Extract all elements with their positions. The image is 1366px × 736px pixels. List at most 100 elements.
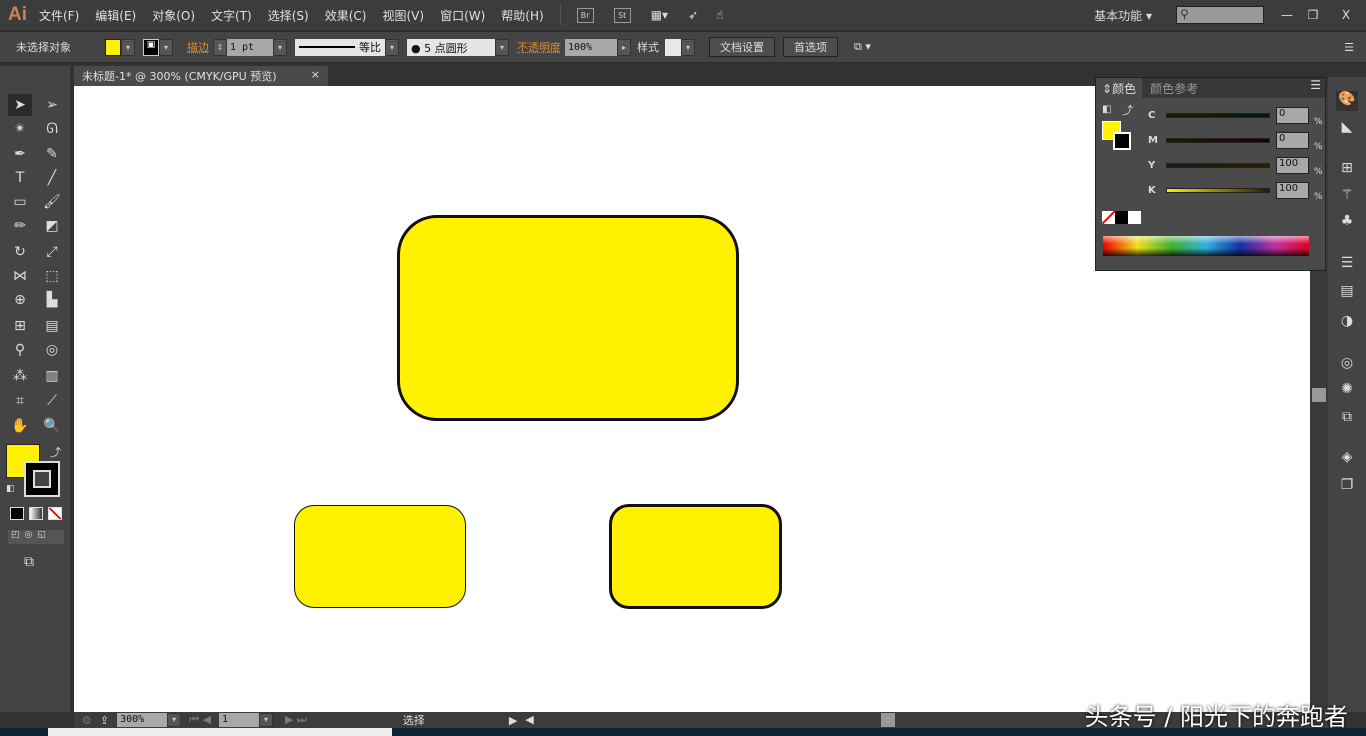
screen-mode-icon[interactable]: ⧉ [24, 554, 34, 570]
tab-color-guide[interactable]: 颜色参考 [1142, 78, 1206, 98]
default-colors-icon[interactable]: ◧ [6, 484, 15, 494]
stroke-color-box[interactable] [1113, 132, 1131, 150]
stroke-weight-dropdown[interactable]: ▾ [273, 38, 287, 56]
curvature-tool-icon[interactable]: ✎ [40, 143, 64, 165]
artboards-icon[interactable]: ❐ [1336, 477, 1358, 497]
swap-colors-icon[interactable]: ⤴ [1122, 102, 1133, 118]
lasso-tool-icon[interactable]: ᘏ [40, 118, 64, 140]
field-y[interactable]: 100 [1276, 157, 1309, 174]
close-tab-icon[interactable]: × [311, 68, 320, 81]
menu-window[interactable]: 窗口(W) [440, 7, 485, 24]
color-guide-icon[interactable]: ◣ [1336, 119, 1358, 139]
asset-export-icon[interactable]: ⧉ [1336, 409, 1358, 429]
opacity-slider-button[interactable]: ▸ [617, 38, 631, 56]
pencil-tool-icon[interactable]: ✏ [8, 215, 32, 237]
slice-tool-icon[interactable]: ⟋ [40, 390, 64, 412]
symbols-icon[interactable]: ♣ [1336, 213, 1358, 233]
artboard-nav-next[interactable]: ▶ ⏭ [285, 713, 307, 727]
pen-tool-icon[interactable]: ✒ [8, 143, 32, 165]
close-button[interactable]: X [1326, 8, 1366, 22]
width-tool-icon[interactable]: ⋈ [8, 265, 32, 287]
stroke-label[interactable]: 描边 [187, 39, 209, 55]
default-colors-icon[interactable]: ◧ [1102, 104, 1111, 115]
bridge-button[interactable]: Br [576, 7, 594, 23]
blend-tool-icon[interactable]: ◎ [40, 339, 64, 361]
paintbrush-tool-icon[interactable]: 🖌 [40, 191, 64, 213]
layers-icon[interactable]: ◈ [1336, 449, 1358, 469]
gradient-mode-icon[interactable] [29, 507, 43, 520]
share-icon[interactable]: ⇪ [100, 714, 109, 727]
rounded-rectangle-right[interactable] [609, 504, 782, 609]
color-mode-icon[interactable] [10, 507, 24, 520]
stroke-color-box[interactable] [24, 461, 60, 497]
color-panel-icon[interactable]: 🎨 [1336, 91, 1358, 111]
opacity-field[interactable]: 100% [565, 38, 617, 56]
artboard-tool-icon[interactable]: ⌗ [8, 390, 32, 412]
slider-c[interactable] [1166, 113, 1270, 118]
menu-edit[interactable]: 编辑(E) [95, 7, 136, 24]
document-setup-button[interactable]: 文档设置 [709, 37, 775, 57]
rectangle-tool-icon[interactable]: ▭ [8, 191, 32, 213]
selection-tool-icon[interactable]: ➤ [8, 94, 32, 116]
zoom-dropdown[interactable]: ▾ [167, 713, 182, 727]
opacity-label[interactable]: 不透明度 [517, 39, 561, 55]
black-swatch[interactable] [1115, 211, 1128, 224]
symbol-sprayer-tool-icon[interactable]: ⁂ [8, 365, 32, 387]
fill-dropdown[interactable]: ▾ [121, 38, 135, 56]
swatches-icon[interactable]: ⊞ [1336, 160, 1358, 180]
eraser-tool-icon[interactable]: ◩ [40, 215, 64, 237]
tab-color[interactable]: ⇕颜色 [1096, 78, 1143, 98]
fill-swatch[interactable] [105, 38, 121, 56]
isolate-icon[interactable]: ⧉ ▾ [854, 40, 871, 54]
free-transform-tool-icon[interactable]: ⬚ [40, 265, 64, 287]
stroke-weight-field[interactable]: 1 pt [227, 38, 273, 56]
shape-builder-tool-icon[interactable]: ⊕ [8, 289, 32, 311]
none-swatch[interactable] [1102, 211, 1115, 224]
menu-effect[interactable]: 效果(C) [325, 7, 367, 24]
graphic-styles-icon[interactable]: ✺ [1336, 381, 1358, 401]
field-k[interactable]: 100 [1276, 182, 1309, 199]
swap-fill-stroke-icon[interactable]: ⤴ [50, 444, 61, 460]
minimize-button[interactable]: — [1274, 8, 1300, 22]
transparency-icon[interactable]: ◑ [1336, 313, 1358, 333]
scale-tool-icon[interactable]: ⤢ [40, 241, 64, 263]
control-panel-menu-icon[interactable]: ☰ [1344, 41, 1354, 54]
panel-menu-icon[interactable]: ☰ [1310, 78, 1321, 98]
perspective-grid-tool-icon[interactable]: ▙ [40, 289, 64, 311]
menu-object[interactable]: 对象(O) [152, 7, 195, 24]
line-tool-icon[interactable]: ╱ [40, 167, 64, 189]
menu-view[interactable]: 视图(V) [382, 7, 424, 24]
gradient-icon[interactable]: ▤ [1336, 283, 1358, 303]
rotate-tool-icon[interactable]: ↻ [8, 241, 32, 263]
stroke-icon[interactable]: ☰ [1336, 255, 1358, 275]
preferences-button[interactable]: 首选项 [783, 37, 838, 57]
zoom-field[interactable]: 300% [117, 713, 168, 727]
menu-help[interactable]: 帮助(H) [501, 7, 543, 24]
zoom-tool-icon[interactable]: 🔍 [40, 415, 64, 437]
gradient-tool-icon[interactable]: ▤ [40, 315, 64, 337]
slider-k[interactable] [1166, 188, 1270, 193]
artboard-dropdown[interactable]: ▾ [258, 713, 273, 727]
menu-type[interactable]: 文字(T) [211, 7, 252, 24]
field-m[interactable]: 0 [1276, 132, 1309, 149]
restore-button[interactable]: ❐ [1300, 8, 1326, 22]
drawing-modes-icon[interactable]: ◰◎◱ [8, 530, 64, 544]
artboard-nav-prev[interactable]: ⏮ ◀ [189, 713, 211, 727]
rounded-rectangle-large[interactable] [397, 215, 739, 421]
menu-file[interactable]: 文件(F) [39, 7, 79, 24]
search-input[interactable]: ⚲ [1176, 6, 1264, 24]
stroke-swatch[interactable]: ▣ [143, 38, 159, 56]
direct-selection-tool-icon[interactable]: ➢ [40, 94, 64, 116]
type-tool-icon[interactable]: T [8, 167, 32, 189]
eyedropper-tool-icon[interactable]: ⚲ [8, 339, 32, 361]
stroke-dropdown[interactable]: ▾ [159, 38, 173, 56]
white-swatch[interactable] [1128, 211, 1141, 224]
touch-workspace-icon[interactable]: ☝ [716, 8, 723, 22]
color-spectrum[interactable] [1103, 236, 1309, 256]
magic-wand-tool-icon[interactable]: ✴ [8, 118, 32, 140]
arrange-documents-icon[interactable]: ▦▾ [651, 8, 668, 22]
brush-dropdown[interactable]: ▾ [495, 38, 509, 56]
status-mode[interactable]: 选择 [319, 712, 509, 728]
variable-width-profile[interactable]: 等比 [295, 38, 385, 56]
gpu-rocket-icon[interactable]: ➶ [688, 8, 698, 22]
